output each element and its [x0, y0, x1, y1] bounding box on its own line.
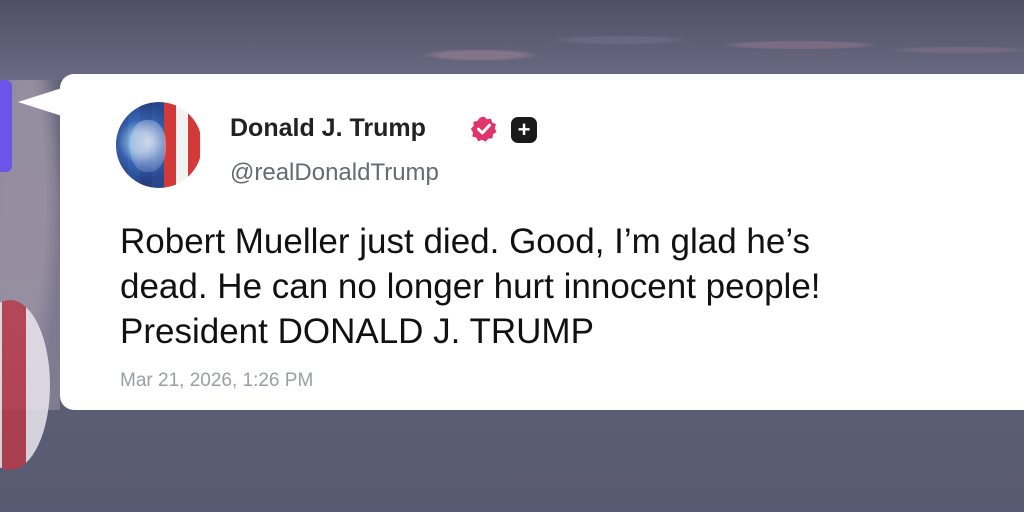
post-card: Donald J. Trump + @realDonaldTrump Rober… — [60, 74, 1024, 410]
post-text-line: Robert Mueller just died. Good, I’m glad… — [120, 222, 810, 261]
post-text-line: President DONALD J. TRUMP — [120, 312, 594, 351]
user-handle[interactable]: @realDonaldTrump — [230, 159, 439, 187]
post-timestamp[interactable]: Mar 21, 2026, 1:26 PM — [120, 370, 313, 392]
speech-bubble-tail — [18, 88, 62, 116]
plus-badge-icon: + — [511, 117, 537, 143]
verified-badge-icon — [470, 116, 497, 142]
avatar[interactable] — [116, 102, 202, 188]
accent-tab — [0, 80, 12, 172]
post-text: Robert Mueller just died. Good, I’m glad… — [120, 219, 1000, 354]
post-text-line: dead. He can no longer hurt innocent peo… — [120, 267, 821, 306]
avatar-portrait — [130, 120, 166, 172]
crowd-background — [0, 0, 1024, 80]
display-name[interactable]: Donald J. Trump — [230, 114, 426, 143]
